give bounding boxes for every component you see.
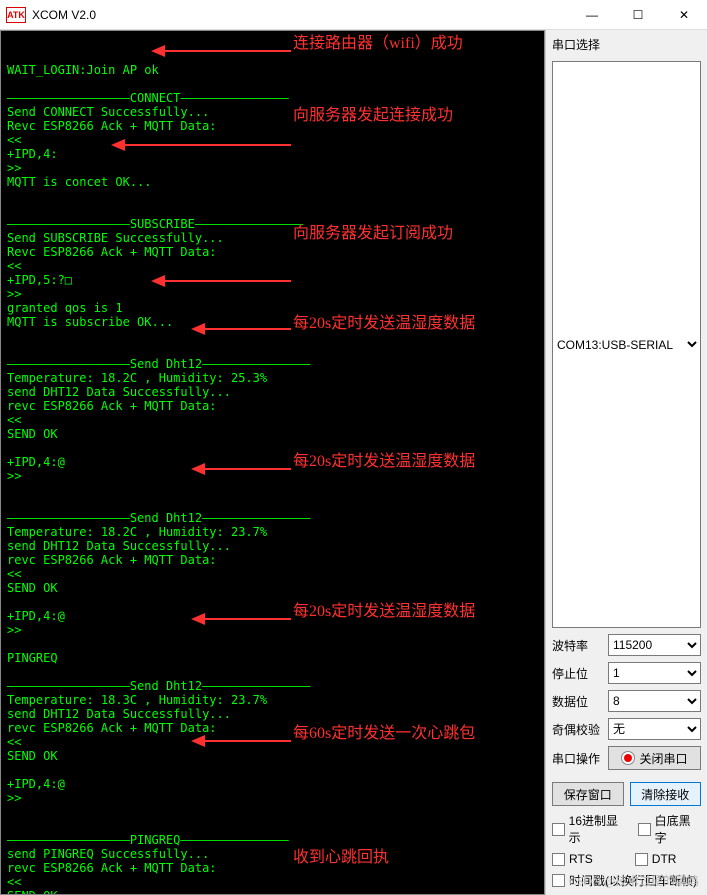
window-title: XCOM V2.0	[32, 8, 569, 22]
bw-label: 白底黑字	[655, 812, 701, 846]
data-label: 数据位	[552, 693, 604, 710]
timestamp-checkbox[interactable]	[552, 874, 565, 887]
port-select[interactable]: COM13:USB-SERIAL	[552, 61, 701, 628]
terminal-output[interactable]: WAIT_LOGIN:Join AP ok —————————————————C…	[0, 30, 545, 895]
rts-checkbox[interactable]	[552, 853, 565, 866]
clear-rx-button[interactable]: 清除接收	[630, 782, 702, 806]
hex-checkbox[interactable]	[552, 823, 565, 836]
save-window-button[interactable]: 保存窗口	[552, 782, 624, 806]
dtr-label: DTR	[652, 852, 677, 866]
dtr-checkbox[interactable]	[635, 853, 648, 866]
stop-select[interactable]: 1	[608, 662, 701, 684]
stop-label: 停止位	[552, 665, 604, 682]
minimize-button[interactable]: —	[569, 0, 615, 29]
bw-checkbox[interactable]	[638, 823, 651, 836]
port-toggle-button[interactable]: 关闭串口	[608, 746, 701, 770]
port-label: 串口选择	[552, 36, 701, 53]
annotation-wifi: 连接路由器（wifi）成功	[293, 37, 463, 51]
maximize-button[interactable]: ☐	[615, 0, 661, 29]
watermark: CSDN @技术过硬的菜鸡	[569, 872, 699, 889]
port-toggle-label: 关闭串口	[639, 750, 687, 767]
parity-select[interactable]: 无	[608, 718, 701, 740]
data-select[interactable]: 8	[608, 690, 701, 712]
parity-label: 奇偶校验	[552, 721, 604, 738]
title-bar: ATK XCOM V2.0 — ☐ ✕	[0, 0, 707, 30]
side-panel: 串口选择 COM13:USB-SERIAL 波特率 115200 停止位 1 数…	[545, 30, 707, 895]
op-label: 串口操作	[552, 750, 604, 767]
hex-label: 16进制显示	[569, 812, 628, 846]
rts-label: RTS	[569, 852, 593, 866]
baud-label: 波特率	[552, 637, 604, 654]
port-status-icon	[621, 751, 635, 765]
terminal-text: WAIT_LOGIN:Join AP ok —————————————————C…	[7, 63, 538, 895]
close-button[interactable]: ✕	[661, 0, 707, 29]
app-icon: ATK	[6, 7, 26, 23]
baud-select[interactable]: 115200	[608, 634, 701, 656]
